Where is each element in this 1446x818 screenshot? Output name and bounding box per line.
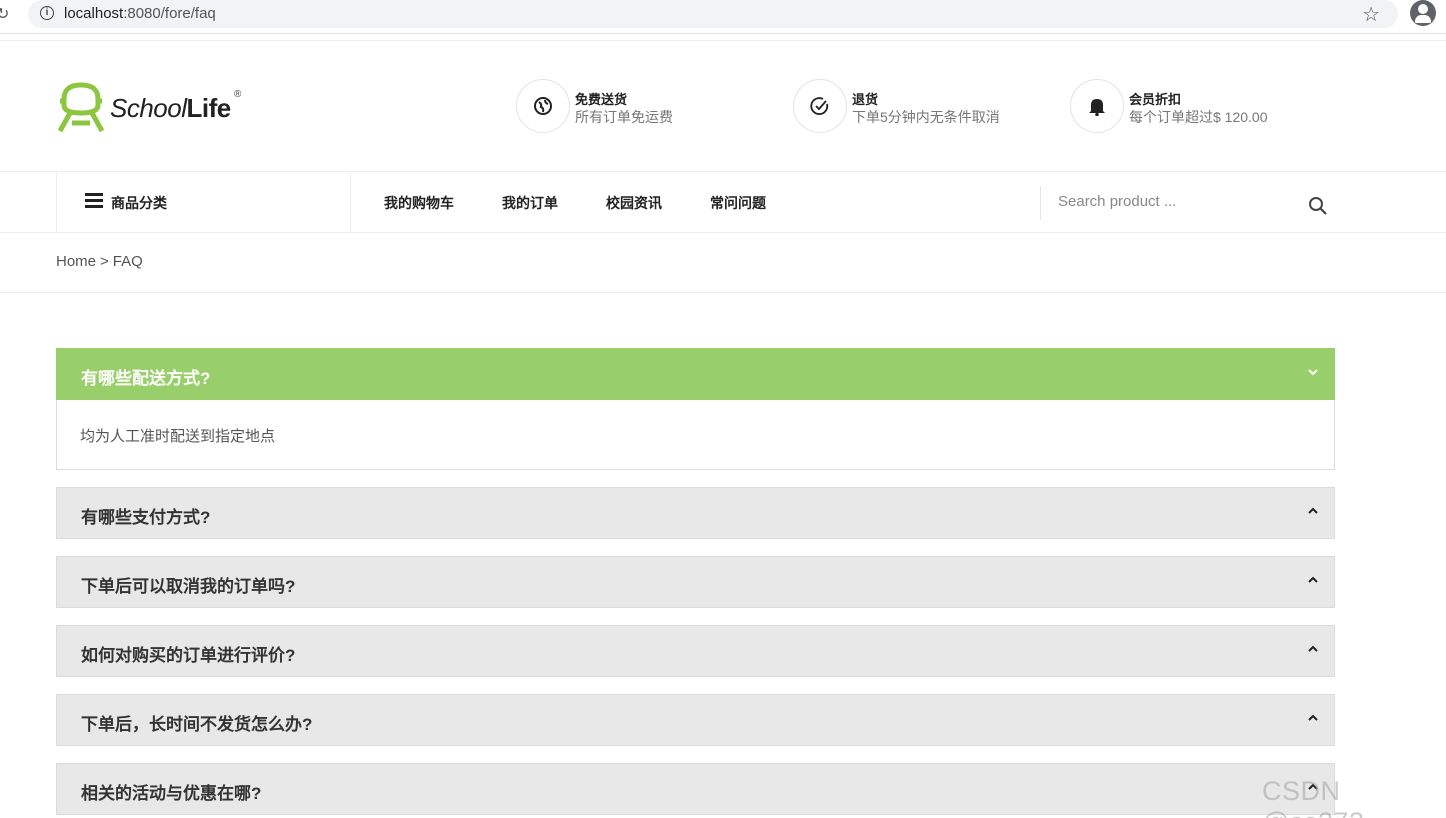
faq-item: 如何对购买的订单进行评价? — [56, 625, 1335, 677]
faq-accordion: 有哪些配送方式? 均为人工准时配送到指定地点 有哪些支付方式? 下单后可以取消我… — [56, 348, 1335, 818]
search-icon[interactable] — [1308, 196, 1328, 216]
url-text[interactable]: localhost:8080/fore/faq — [64, 5, 216, 22]
breadcrumb-home-link[interactable]: Home — [56, 253, 96, 270]
faq-question: 有哪些配送方式? — [81, 369, 211, 388]
nav-item-faq[interactable]: 常问问题 — [710, 193, 766, 213]
logo-text: SchoolLife — [110, 93, 231, 123]
url-host: localhost — [64, 5, 124, 22]
feature-title: 退货 — [852, 92, 879, 107]
chevron-up-icon — [1308, 507, 1318, 514]
nav-item-cart[interactable]: 我的购物车 — [384, 193, 454, 213]
search-divider — [1040, 186, 1041, 220]
site-logo[interactable]: SchoolLife ® — [56, 79, 256, 135]
watermark: CSDN @ss273 — [1262, 776, 1364, 818]
breadcrumb-current: FAQ — [112, 253, 143, 270]
breadcrumb-separator: > — [100, 253, 109, 270]
registered-mark: ® — [234, 89, 242, 100]
feature-desc: 每个订单超过$ 120.00 — [1129, 109, 1268, 125]
faq-question: 如何对购买的订单进行评价? — [81, 646, 296, 665]
faq-question: 相关的活动与优惠在哪? — [81, 784, 262, 803]
logo-mark-icon — [57, 82, 105, 133]
category-label: 商品分类 — [111, 195, 167, 211]
faq-item: 下单后可以取消我的订单吗? — [56, 556, 1335, 608]
search-input[interactable] — [1058, 186, 1288, 216]
site-header: SchoolLife ® 免费送货 所有订单免运费 退货 下单5分钟内无条件取消… — [0, 40, 1446, 172]
category-menu-button[interactable]: 商品分类 — [56, 172, 351, 233]
globe-icon — [516, 79, 570, 133]
bookmark-star-icon[interactable]: ☆ — [1362, 2, 1380, 27]
hamburger-icon — [85, 193, 103, 208]
profile-avatar-icon[interactable] — [1410, 0, 1436, 26]
site-info-icon[interactable]: i — [40, 6, 54, 20]
faq-question-header[interactable]: 下单后可以取消我的订单吗? — [56, 556, 1335, 608]
nav-menu: 我的购物车 我的订单 校园资讯 常问问题 — [384, 193, 766, 213]
faq-question: 下单后可以取消我的订单吗? — [81, 577, 296, 596]
feature-desc: 所有订单免运费 — [575, 109, 673, 125]
reload-icon[interactable]: ↻ — [0, 4, 9, 24]
feature-title: 免费送货 — [575, 92, 628, 107]
nav-item-orders[interactable]: 我的订单 — [502, 193, 558, 213]
breadcrumb-inner: Home > FAQ — [56, 253, 143, 270]
faq-question-header[interactable]: 有哪些配送方式? — [56, 348, 1335, 400]
url-path: :8080/fore/faq — [123, 5, 216, 22]
feature-title: 会员折扣 — [1129, 92, 1182, 107]
chevron-down-icon — [1308, 369, 1318, 376]
chevron-up-icon — [1308, 645, 1318, 652]
faq-question-header[interactable]: 有哪些支付方式? — [56, 487, 1335, 539]
feature-desc: 下单5分钟内无条件取消 — [852, 109, 1000, 125]
faq-answer: 均为人工准时配送到指定地点 — [80, 428, 276, 445]
faq-question-header[interactable]: 下单后，长时间不发货怎么办? — [56, 694, 1335, 746]
faq-question: 下单后，长时间不发货怎么办? — [81, 715, 313, 734]
check-circle-icon — [793, 79, 847, 133]
faq-question-header[interactable]: 相关的活动与优惠在哪? — [56, 763, 1335, 815]
faq-item: 相关的活动与优惠在哪? — [56, 763, 1335, 815]
faq-item: 下单后，长时间不发货怎么办? — [56, 694, 1335, 746]
browser-toolbar: ↻ i localhost:8080/fore/faq ☆ — [0, 0, 1446, 34]
faq-question-header[interactable]: 如何对购买的订单进行评价? — [56, 625, 1335, 677]
faq-item: 有哪些配送方式? 均为人工准时配送到指定地点 — [56, 348, 1335, 470]
faq-answer-panel: 均为人工准时配送到指定地点 — [56, 400, 1335, 470]
nav-item-campus-news[interactable]: 校园资讯 — [606, 193, 662, 213]
faq-question: 有哪些支付方式? — [81, 508, 211, 527]
faq-item: 有哪些支付方式? — [56, 487, 1335, 539]
main-nav: 商品分类 我的购物车 我的订单 校园资讯 常问问题 — [0, 172, 1446, 233]
bell-icon — [1070, 79, 1124, 133]
address-bar[interactable]: i localhost:8080/fore/faq ☆ — [28, 0, 1398, 28]
chevron-up-icon — [1308, 714, 1318, 721]
breadcrumb: Home > FAQ — [0, 233, 1446, 293]
chevron-up-icon — [1308, 576, 1318, 583]
